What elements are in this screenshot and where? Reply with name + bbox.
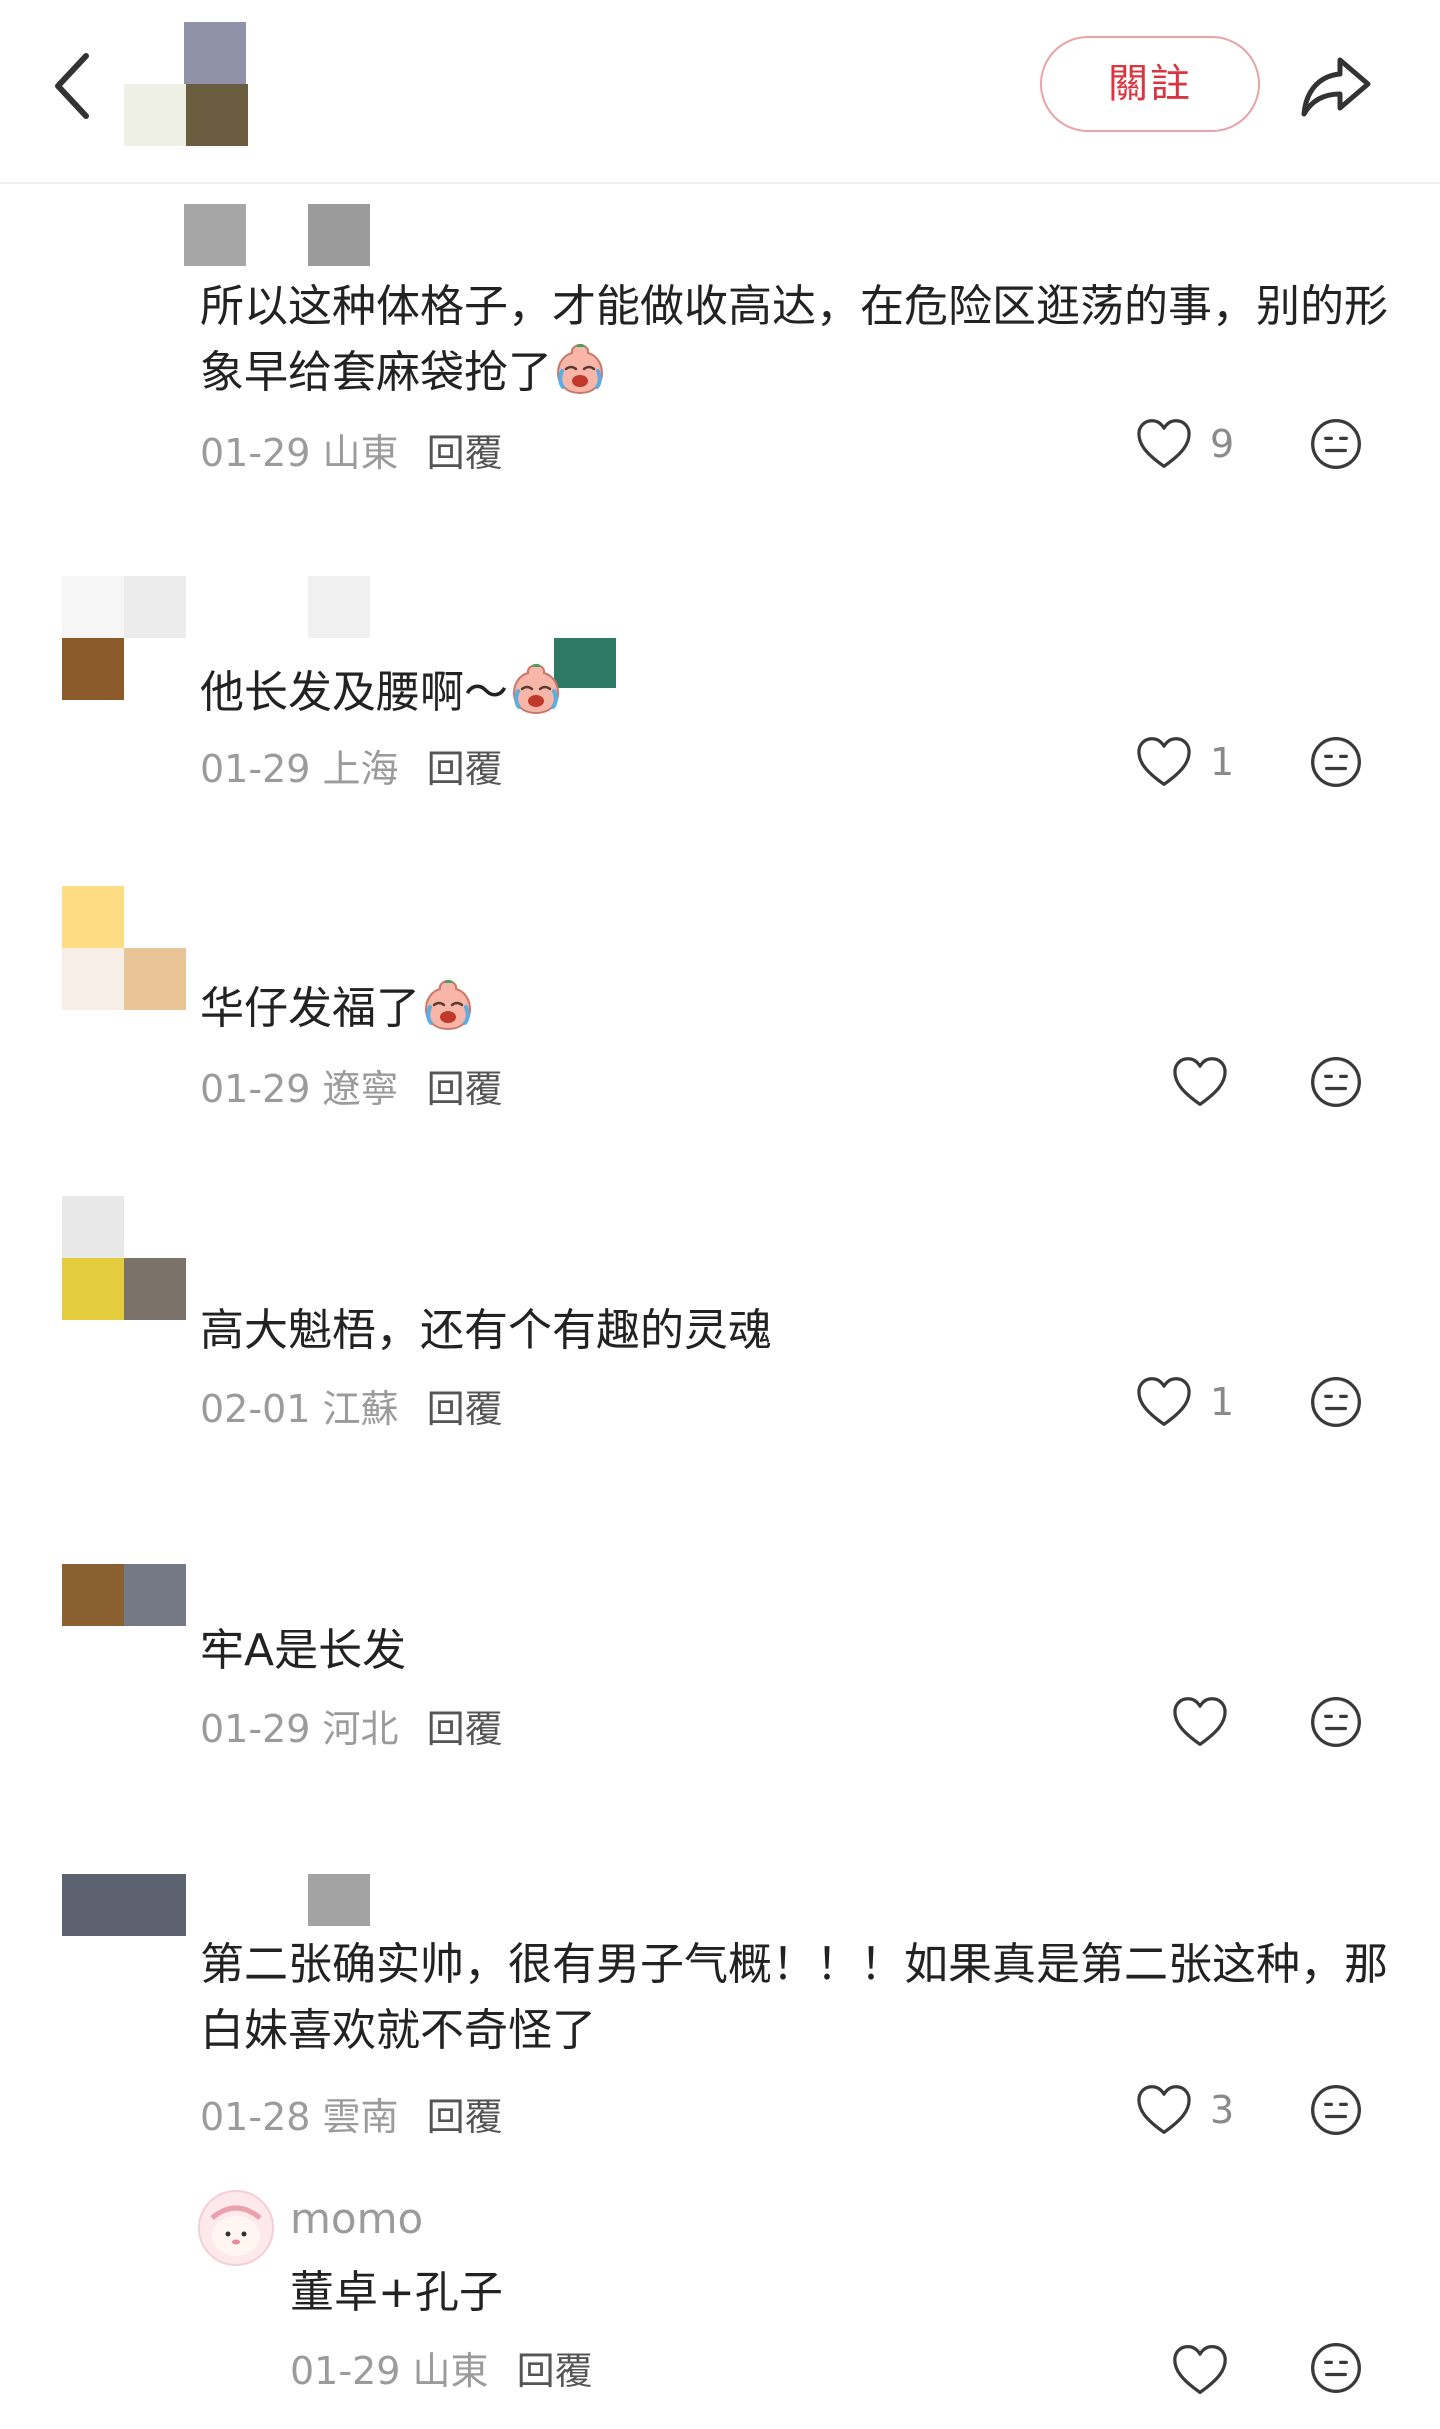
- comment-text: 他长发及腰啊～: [200, 660, 1400, 726]
- comment-date: 01-29: [200, 1707, 311, 1751]
- reply-button[interactable]: 回覆: [427, 1067, 503, 1111]
- commenter-avatar[interactable]: [62, 1196, 186, 1320]
- author-avatar[interactable]: [124, 22, 248, 146]
- comment-meta: 01-29 遼寧 回覆: [200, 1058, 503, 1113]
- heart-icon: [1136, 418, 1192, 470]
- comment-meta: 01-28 雲南 回覆: [200, 2086, 503, 2141]
- reaction-face-icon[interactable]: [1308, 2082, 1364, 2138]
- heart-icon: [1172, 1056, 1228, 1108]
- like-button[interactable]: 1: [1136, 736, 1234, 788]
- comment-item: 所以这种体格子，才能做收高达，在危险区逛荡的事，别的形象早给套麻袋抢了 01-2…: [0, 182, 1440, 522]
- crying-emoji-icon: [420, 977, 476, 1033]
- follow-button[interactable]: 關註: [1040, 36, 1260, 132]
- heart-icon: [1136, 1376, 1192, 1428]
- reply-button[interactable]: 回覆: [427, 1387, 503, 1431]
- reply-button[interactable]: 回覆: [427, 1707, 503, 1751]
- comment-item: 牢A是长发 01-29 河北 回覆: [0, 1560, 1440, 1820]
- heart-icon: [1172, 1696, 1228, 1748]
- reply-button[interactable]: 回覆: [517, 2349, 593, 2393]
- back-chevron-icon[interactable]: [44, 46, 104, 126]
- reaction-face-icon[interactable]: [1308, 734, 1364, 790]
- avatar-character-icon: [210, 2205, 262, 2256]
- comment-meta: 02-01 江蘇 回覆: [200, 1378, 503, 1433]
- sub-reply-username[interactable]: momo: [290, 2194, 423, 2243]
- reaction-face-icon[interactable]: [1308, 1054, 1364, 1110]
- commenter-avatar[interactable]: [62, 576, 186, 700]
- comment-username-mosaic: [308, 576, 370, 638]
- heart-icon: [1136, 2084, 1192, 2136]
- comment-text: 第二张确实帅，很有男子气概！！！如果真是第二张这种，那白妹喜欢就不奇怪了: [200, 1939, 1388, 2056]
- like-button[interactable]: 3: [1136, 2084, 1234, 2136]
- comment-username-mosaic: [308, 1874, 370, 1926]
- reaction-face-icon[interactable]: [1308, 2340, 1364, 2396]
- commenter-avatar[interactable]: [62, 1564, 186, 1626]
- comment-location: 河北: [322, 1707, 399, 1751]
- heart-icon[interactable]: [1172, 2342, 1228, 2398]
- comment-location: 山東: [412, 2349, 489, 2393]
- crying-emoji-icon: [552, 341, 608, 397]
- comment-date: 01-29: [290, 2349, 401, 2393]
- comment-location: 上海: [322, 747, 399, 791]
- comment-username-mosaic: [184, 204, 370, 266]
- comment-item: 他长发及腰啊～ 01-29 上海 回覆 1: [0, 560, 1440, 860]
- comment-location: 雲南: [322, 2095, 399, 2139]
- comment-location: 遼寧: [322, 1067, 399, 1111]
- comment-date: 01-29: [200, 747, 311, 791]
- sub-reply-meta: 01-29 山東 回覆: [290, 2340, 593, 2395]
- reaction-face-icon[interactable]: [1308, 1694, 1364, 1750]
- like-button[interactable]: 9: [1136, 418, 1234, 470]
- comment-item: 华仔发福了 01-29 遼寧 回覆: [0, 880, 1440, 1180]
- commenter-avatar[interactable]: [62, 1874, 186, 1936]
- share-icon[interactable]: [1294, 44, 1378, 128]
- comment-meta: 01-29 上海 回覆: [200, 738, 503, 793]
- sub-reply-text: 董卓+孔子: [290, 2267, 503, 2318]
- reply-button[interactable]: 回覆: [427, 431, 503, 475]
- like-count: 1: [1210, 1380, 1235, 1424]
- sub-reply-item: momo 董卓+孔子 01-29 山東 回覆: [0, 2180, 1440, 2429]
- comment-text: 华仔发福了: [200, 976, 1400, 1042]
- like-count: 9: [1210, 422, 1235, 466]
- crying-emoji-icon: [508, 661, 564, 717]
- top-bar: 關註: [0, 0, 1440, 184]
- heart-icon: [1136, 736, 1192, 788]
- comment-location: 江蘇: [322, 1387, 399, 1431]
- like-count: 1: [1210, 740, 1235, 784]
- comment-location: 山東: [322, 431, 399, 475]
- comment-text: 高大魁梧，还有个有趣的灵魂: [200, 1305, 772, 1356]
- comment-text: 牢A是长发: [200, 1625, 407, 1676]
- like-count: 3: [1210, 2088, 1235, 2132]
- comment-date: 01-29: [200, 1067, 311, 1111]
- comment-text: 所以这种体格子，才能做收高达，在危险区逛荡的事，别的形象早给套麻袋抢了: [200, 281, 1388, 398]
- like-button[interactable]: 1: [1136, 1376, 1234, 1428]
- reaction-face-icon[interactable]: [1308, 416, 1364, 472]
- commenter-avatar[interactable]: [62, 886, 186, 1010]
- comment-date: 01-29: [200, 431, 311, 475]
- comment-item: 第二张确实帅，很有男子气概！！！如果真是第二张这种，那白妹喜欢就不奇怪了 01-…: [0, 1872, 1440, 2152]
- comment-item: 高大魁梧，还有个有趣的灵魂 02-01 江蘇 回覆 1: [0, 1192, 1440, 1492]
- like-button[interactable]: [1172, 1696, 1228, 1748]
- like-button[interactable]: [1172, 1056, 1228, 1108]
- reaction-face-icon[interactable]: [1308, 1374, 1364, 1430]
- comment-date: 02-01: [200, 1387, 311, 1431]
- comment-date: 01-28: [200, 2095, 311, 2139]
- comment-meta: 01-29 河北 回覆: [200, 1698, 503, 1753]
- reply-button[interactable]: 回覆: [427, 747, 503, 791]
- reply-button[interactable]: 回覆: [427, 2095, 503, 2139]
- comment-meta: 01-29 山東 回覆: [200, 422, 503, 477]
- avatar[interactable]: [198, 2190, 274, 2266]
